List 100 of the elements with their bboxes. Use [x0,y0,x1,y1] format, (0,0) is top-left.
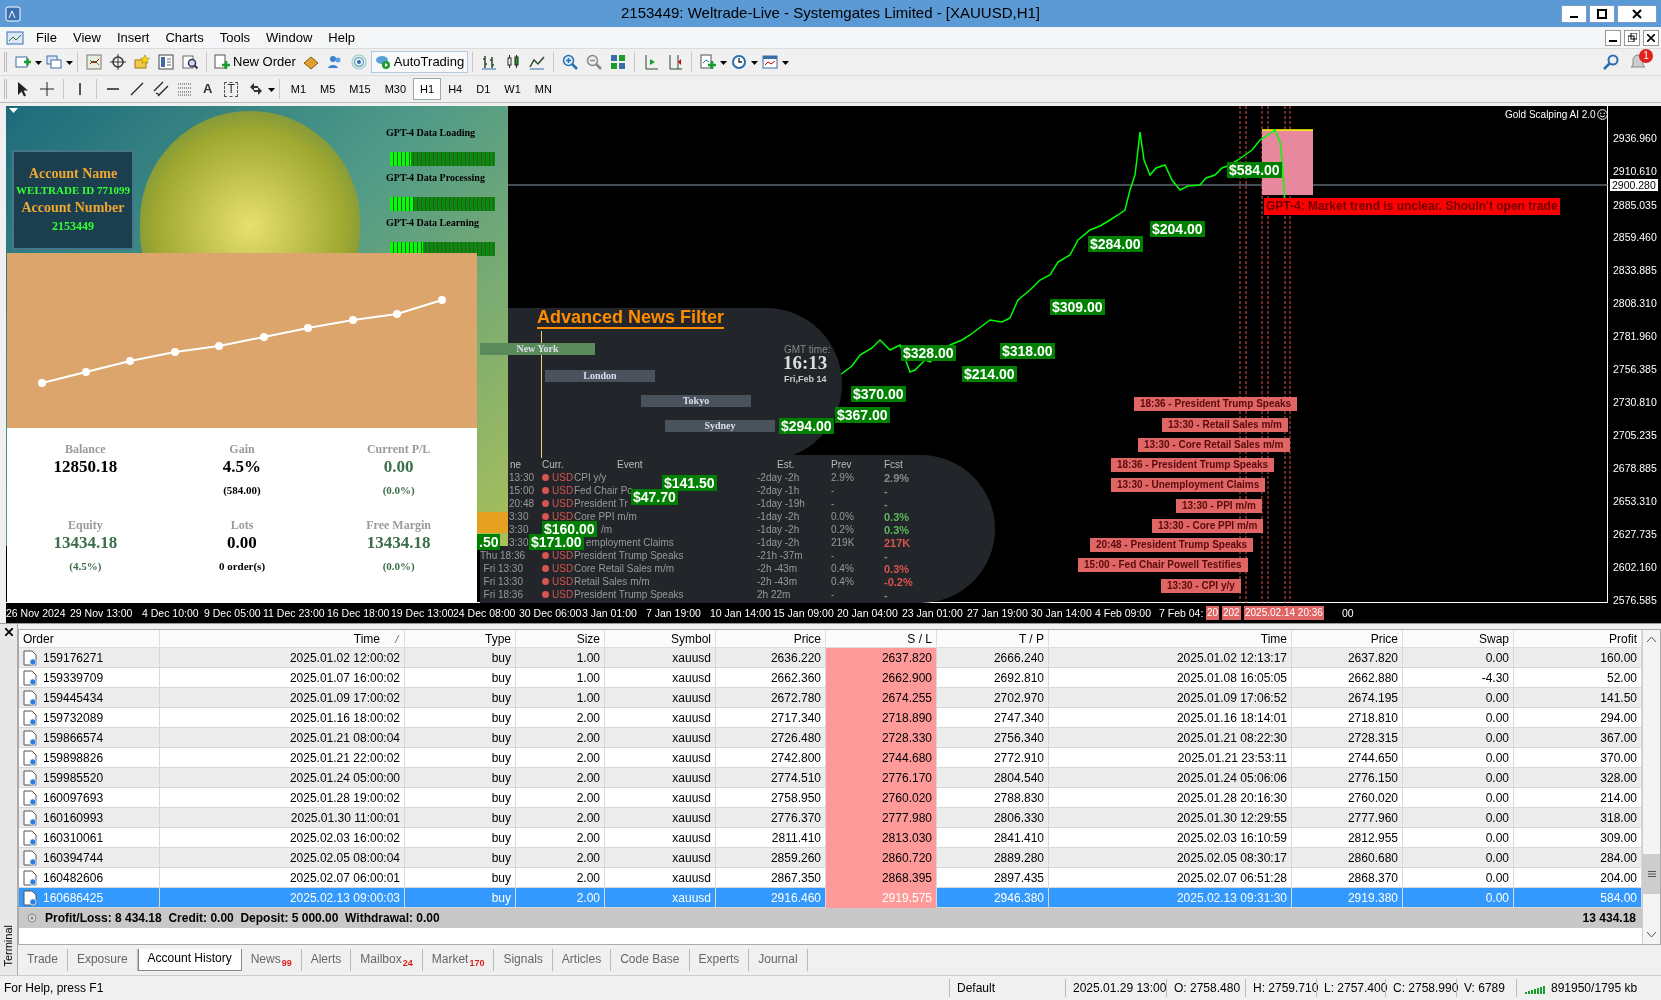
event-label: 15:00 - Fed Chair Powell Testifies [1078,558,1248,572]
news-estimate: -1day -2h [757,524,800,536]
timeframe-button[interactable]: MN [527,78,559,100]
terminal-tab[interactable]: Exposure [67,949,138,971]
table-row[interactable]: 159176271 2025.01.02 12:00:02 buy 1.00 xauusd 2636.220 2637.820 2666.240 2025.01.02 12:13:17 2637.820 0.00 160.00 [19,648,1642,668]
table-row[interactable]: 159985520 2025.01.24 05:00:00 buy 2.00 xauusd 2774.510 2776.170 2804.540 2025.01.24 05:06:06 2776.150 0.00 328.00 [19,768,1642,788]
terminal-tab[interactable]: Articles [552,949,612,971]
autotrading-button[interactable]: AutoTrading [370,51,469,73]
price-tick: 2576.585 [1613,594,1657,606]
table-row[interactable]: 160310061 2025.02.03 16:00:02 buy 2.00 xauusd 2811.410 2813.030 2841.410 2025.02.03 16:10:59 2812.955 0.00 309.00 [19,828,1642,848]
terminal-tab[interactable]: Code Base [611,949,690,971]
timeframe-button[interactable]: W1 [497,78,528,100]
table-row[interactable]: 160160993 2025.01.30 11:00:01 buy 2.00 xauusd 2776.370 2777.980 2806.330 2025.01.30 12:29:55 2777.960 0.00 318.00 [19,808,1642,828]
terminal-tab[interactable]: Account History [137,949,242,971]
candlestick-icon[interactable] [505,54,522,70]
terminal-tab[interactable]: Alerts [301,949,352,971]
notification-badge: 1 [1639,49,1653,63]
terminal-tab[interactable]: Trade [18,949,68,971]
text-label-tool[interactable]: T [224,81,238,97]
table-row[interactable]: 159866574 2025.01.21 08:00:04 buy 2.00 xauusd 2726.480 2728.330 2756.340 2025.01.21 08:22:30 2728.315 0.00 367.00 [19,728,1642,748]
text-tool[interactable]: A [203,79,213,99]
menu-item[interactable]: Charts [157,26,212,49]
window-title: 2153449: Weltrade-Live - Systemgates Limited - [XAUUSD,H1] [619,3,1042,24]
new-chart-icon[interactable] [15,54,31,70]
scrollbar[interactable] [1642,630,1660,944]
crosshair-icon[interactable] [110,54,126,70]
table-row[interactable]: 159339709 2025.01.07 16:00:02 buy 1.00 xauusd 2662.360 2662.900 2692.810 2025.01.08 16:05:05 2662.880 -4.30 52.00 [19,668,1642,688]
terminal-tab[interactable]: Experts [689,949,750,971]
line-chart-icon[interactable] [529,54,546,70]
market-watch-icon[interactable] [86,54,102,70]
timeframe-button[interactable]: D1 [469,78,498,100]
search-icon[interactable] [1603,54,1619,70]
timeframe-button[interactable]: M5 [313,78,343,100]
zoom-in-icon[interactable] [562,54,579,70]
profit-label: $47.70 [631,489,678,505]
table-row[interactable]: 159732089 2025.01.16 18:00:02 buy 2.00 xauusd 2717.340 2718.890 2747.340 2025.01.16 18:14:01 2718.810 0.00 294.00 [19,708,1642,728]
channel-icon[interactable] [153,81,169,97]
close-icon[interactable] [4,628,13,636]
terminal-tab[interactable]: Journal [749,949,808,971]
auto-scroll-icon[interactable] [643,54,660,70]
stat-label: Equity [68,517,103,532]
timeframe-button[interactable]: H4 [441,78,470,100]
signal-icon[interactable] [350,54,367,70]
time-tick: 24 Dec 08:00 [453,606,516,620]
table-row[interactable]: 160394744 2025.02.05 08:00:04 buy 2.00 xauusd 2859.260 2860.720 2889.280 2025.02.05 08:30:17 2860.680 0.00 284.00 [19,848,1642,868]
table-row[interactable]: 160097693 2025.01.28 19:00:02 buy 2.00 xauusd 2758.950 2760.020 2788.830 2025.01.28 20:16:30 2760.020 0.00 214.00 [19,788,1642,808]
status-field: O: 2758.480 [1166,979,1245,997]
time-marker: 20 [1206,606,1220,620]
profit-label: $328.00 [901,345,956,361]
timeframe-button[interactable]: M1 [283,78,313,100]
event-label: 18:36 - President Trump Speaks [1134,397,1298,411]
table-cell-text: 160097693 [43,790,104,807]
news-currency: USD [552,511,574,523]
status-field: H: 2759.710 [1245,979,1316,997]
bar-chart-icon[interactable] [481,54,498,70]
time-tick: 11 Dec 23:00 [263,606,325,620]
menu-caret-icon[interactable] [9,108,18,114]
cursor-icon[interactable] [15,81,31,97]
trend-line-icon[interactable] [129,81,145,97]
account-number-label: Account Number [21,198,125,216]
timeframe-button[interactable]: H1 [413,78,442,100]
chart-shift-icon[interactable] [667,54,684,70]
menu-item[interactable]: Tools [211,26,259,49]
scroll-up-icon[interactable] [1647,636,1656,642]
tester-icon[interactable] [182,54,198,70]
table-row[interactable]: 160482606 2025.02.07 06:00:01 buy 2.00 xauusd 2867.350 2868.395 2897.435 2025.02.07 06:51:28 2868.370 0.00 204.00 [19,868,1642,888]
menu-item[interactable]: View [64,26,109,49]
table-row[interactable]: 159898826 2025.01.21 22:00:02 buy 2.00 xauusd 2742.800 2744.680 2772.910 2025.01.21 23:53:11 2744.650 0.00 370.00 [19,748,1642,768]
template-icon[interactable] [762,54,779,70]
new-order-button[interactable]: New Order [211,51,299,73]
price-tick: 2705.235 [1613,429,1657,441]
clock-icon[interactable] [731,54,748,70]
menu-item[interactable]: Help [320,26,364,49]
news-event: President Tr [574,498,628,510]
menu-item[interactable]: Insert [108,26,158,49]
maximize-icon[interactable] [1597,8,1607,19]
news-previous: 0.2% [831,524,854,536]
timeframe-button[interactable]: M15 [342,78,378,100]
restore-icon[interactable] [1627,33,1637,42]
news-estimate: -2day -2h [757,472,800,484]
menu-item[interactable]: Window [258,26,321,49]
news-forecast: - [884,485,888,497]
zoom-out-icon[interactable] [586,54,603,70]
terminal-icon[interactable] [158,54,174,70]
news-previous: 0.4% [831,563,854,575]
bell-icon[interactable] [1629,52,1647,70]
scroll-down-icon[interactable] [1647,932,1656,938]
table-cell: 2860.720 [826,848,937,868]
people-icon[interactable] [326,54,343,70]
account-name-label: Account Name [28,164,118,182]
table-row[interactable]: 159445434 2025.01.09 17:00:02 buy 1.00 xauusd 2672.780 2674.255 2702.970 2025.01.09 17:06:52 2674.195 0.00 141.50 [19,688,1642,708]
tile-windows-icon[interactable] [610,54,627,70]
stat-label: Lots [230,517,254,532]
close-icon[interactable] [1647,33,1655,42]
indicators-icon[interactable] [700,54,717,70]
terminal-tab[interactable]: Signals [494,949,553,971]
timeframe-button[interactable]: M30 [377,78,414,100]
menu-item[interactable]: File [28,26,65,49]
news-time: 15:00 [509,485,535,497]
close-icon[interactable] [1632,8,1642,19]
